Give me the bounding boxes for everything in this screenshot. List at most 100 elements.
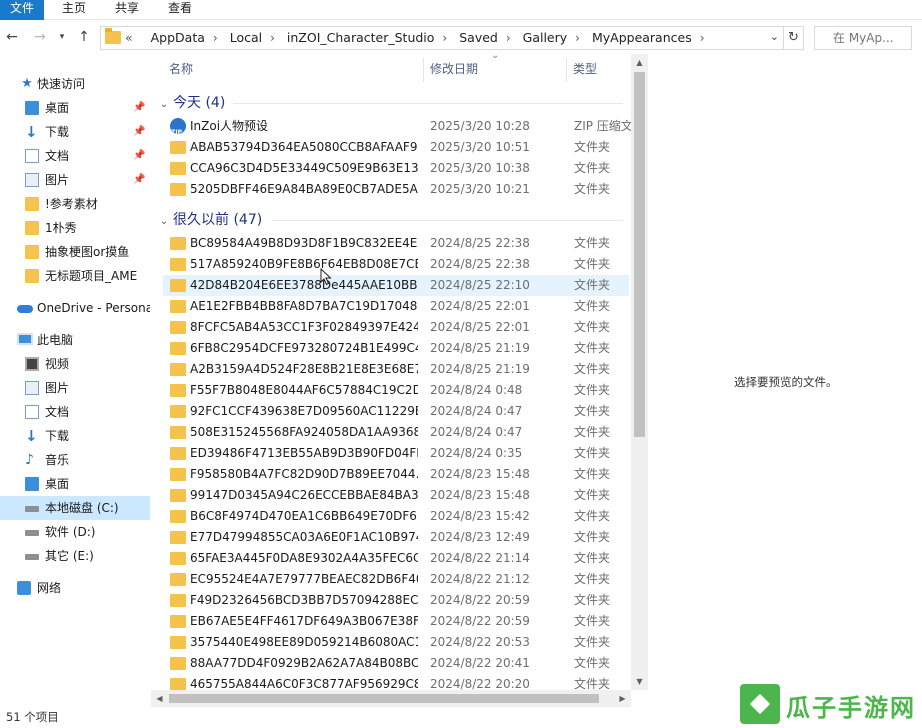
nav-item-music[interactable]: ♪ 音乐: [0, 448, 150, 472]
file-row[interactable]: 6FB8C2954DCFE973280724B1E499C4... 2024/8/…: [163, 338, 629, 359]
file-row[interactable]: 99147D0345A94C26ECCEBBAE84BA3... 2024/8/2…: [163, 485, 629, 506]
nav-onedrive[interactable]: OneDrive - Persona: [0, 296, 150, 320]
file-name: 65FAE3A445F0DA8E9302A4A35FEC6C...: [190, 551, 418, 565]
tab-view[interactable]: 查看: [168, 0, 192, 20]
scroll-left-icon[interactable]: ◀: [151, 690, 168, 707]
column-header-type[interactable]: 类型: [573, 54, 597, 84]
chevron-down-icon[interactable]: ⌄: [157, 209, 171, 235]
file-row[interactable]: F958580B4A7FC82D90D7B89EE7044... 2024/8/2…: [163, 464, 629, 485]
file-row[interactable]: 517A859240B9FE8B6F64EB8D08E7CB... 2024/8/…: [163, 254, 629, 275]
horizontal-scrollbar[interactable]: ◀ ▶: [151, 690, 631, 707]
folder-icon: [170, 489, 186, 502]
nav-item-untitled[interactable]: 无标题项目_AME: [0, 264, 150, 288]
tab-home[interactable]: 主页: [62, 0, 86, 20]
chevron-right-icon[interactable]: ›: [270, 28, 275, 49]
breadcrumb-appdata[interactable]: AppData: [151, 27, 205, 48]
file-row[interactable]: B6C8F4974D470EA1C6BB649E70DF6... 2024/8/2…: [163, 506, 629, 527]
file-row[interactable]: BC89584A49B8D93D8F1B9C832EE4E... 2024/8/2…: [163, 233, 629, 254]
nav-item-downloads[interactable]: ↓ 下载 📌: [0, 120, 150, 144]
back-button[interactable]: ←: [2, 27, 22, 47]
file-date: 2024/8/22 21:12: [430, 572, 530, 586]
file-row[interactable]: EC95524E4A7E79777BEAEC82DB6F40... 2024/8/…: [163, 569, 629, 590]
navigation-pane: ★ 快速访问 桌面 📌 ↓ 下载 📌 文档 📌 图片 📌 !参考素材 1朴秀 抽…: [0, 54, 150, 706]
nav-item-1pusu[interactable]: 1朴秀: [0, 216, 150, 240]
nav-item-desktop[interactable]: 桌面 📌: [0, 96, 150, 120]
group-header[interactable]: ⌄ 今天 (4): [151, 90, 225, 116]
vertical-scrollbar[interactable]: ▲ ▼: [631, 54, 648, 690]
file-row[interactable]: AE1E2FBB4BB8FA8D7BA7C19D17048... 2024/8/2…: [163, 296, 629, 317]
breadcrumb-saved[interactable]: Saved: [459, 27, 498, 48]
nav-item-pc-desktop[interactable]: 桌面: [0, 472, 150, 496]
file-row[interactable]: CCA96C3D4D5E33449C509E9B63E13... 2025/3/2…: [163, 158, 629, 179]
address-dropdown-icon[interactable]: ⌄: [770, 30, 779, 43]
nav-item-pc-pictures[interactable]: 图片: [0, 376, 150, 400]
pin-icon[interactable]: 📌: [133, 96, 145, 120]
nav-item-drive-e[interactable]: 其它 (E:): [0, 544, 150, 568]
group-header[interactable]: ⌄ 很久以前 (47): [151, 207, 262, 233]
column-header-name[interactable]: 名称: [169, 54, 193, 84]
chevron-down-icon[interactable]: ⌄: [157, 92, 171, 118]
breadcrumb-overflow[interactable]: «: [125, 27, 133, 48]
file-row[interactable]: 92FC1CCF439638E7D09560AC11229B... 2024/8/…: [163, 401, 629, 422]
file-type: 文件夹: [574, 140, 611, 154]
breadcrumb-myappearances[interactable]: MyAppearances: [592, 27, 692, 48]
file-row[interactable]: F55F7B8048E8044AF6C57884C19C2D... 2024/8/…: [163, 380, 629, 401]
nav-item-pc-downloads[interactable]: ↓ 下载: [0, 424, 150, 448]
search-input[interactable]: [833, 29, 909, 47]
nav-item-reference[interactable]: !参考素材: [0, 192, 150, 216]
nav-item-videos[interactable]: 视频: [0, 352, 150, 376]
file-row[interactable]: 5205DBFF46E9A84BA89E0CB7ADE5A... 2025/3/2…: [163, 179, 629, 200]
nav-item-documents[interactable]: 文档 📌: [0, 144, 150, 168]
nav-item-memes[interactable]: 抽象梗图or摸鱼: [0, 240, 150, 264]
nav-network[interactable]: 网络: [0, 576, 150, 600]
forward-button[interactable]: →: [30, 27, 50, 47]
chevron-right-icon[interactable]: ›: [213, 28, 218, 49]
file-row[interactable]: 42D84B204E6EE3788De445AAE10BB... 2024/8/2…: [163, 275, 629, 296]
breadcrumb-inzoi[interactable]: inZOI_Character_Studio: [287, 27, 435, 48]
nav-item-pictures[interactable]: 图片 📌: [0, 168, 150, 192]
nav-quick-access[interactable]: ★ 快速访问: [0, 72, 150, 96]
file-row[interactable]: 65FAE3A445F0DA8E9302A4A35FEC6C... 2024/8/…: [163, 548, 629, 569]
file-row[interactable]: 8FCFC5AB4A53CC1F3F02849397E424EF 2024/8/2…: [163, 317, 629, 338]
nav-item-pc-documents[interactable]: 文档: [0, 400, 150, 424]
scroll-down-icon[interactable]: ▼: [631, 673, 648, 690]
pin-icon[interactable]: 📌: [133, 144, 145, 168]
chevron-right-icon[interactable]: ›: [700, 28, 705, 49]
scroll-right-icon[interactable]: ▶: [614, 690, 631, 707]
file-row[interactable]: InZoi人物预设 2025/3/20 10:28 ZIP 压缩文: [163, 116, 631, 143]
file-row[interactable]: EB67AE5E4FF4617DF649A3B067E38F28 2024/8/2…: [163, 611, 629, 632]
file-row[interactable]: ED39486F4713EB55AB9D3B90FD04FE... 2024/8/…: [163, 443, 629, 464]
file-name: 88AA77DD4F0929B2A62A7A84B08BC...: [190, 656, 418, 670]
search-box[interactable]: [814, 26, 912, 50]
scroll-up-icon[interactable]: ▲: [631, 54, 648, 71]
pin-icon[interactable]: 📌: [133, 120, 145, 144]
column-header-date[interactable]: 修改日期: [430, 54, 478, 84]
file-row[interactable]: 508E315245568FA924058DA1AA9368... 2024/8/…: [163, 422, 629, 443]
file-row[interactable]: F49D2326456BCD3BB7D57094288EC... 2024/8/2…: [163, 590, 629, 611]
up-button[interactable]: ↑: [74, 27, 94, 47]
refresh-button[interactable]: ↻: [784, 26, 804, 50]
nav-item-drive-c[interactable]: 本地磁盘 (C:): [0, 496, 150, 520]
column-divider[interactable]: [566, 58, 567, 82]
column-divider[interactable]: [423, 58, 424, 82]
scroll-thumb[interactable]: [169, 694, 599, 703]
file-row[interactable]: A2B3159A4D524F28E8B21E8E3E68E7... 2024/8/…: [163, 359, 629, 380]
file-row[interactable]: 3575440E498EE89D059214B6080AC1... 2024/8/…: [163, 632, 629, 653]
tab-file[interactable]: 文件: [0, 0, 44, 20]
recent-locations-button[interactable]: ▾: [52, 27, 72, 47]
file-row[interactable]: E77D47994855CA03A6E0F1AC10B974... 2024/8/…: [163, 527, 629, 548]
file-row[interactable]: 88AA77DD4F0929B2A62A7A84B08BC... 2024/8/2…: [163, 653, 629, 674]
file-row[interactable]: ABAB53794D364EA5080CCB8AFAAF9... 2025/3/2…: [163, 137, 629, 158]
tab-share[interactable]: 共享: [115, 0, 139, 20]
breadcrumb-gallery[interactable]: Gallery: [523, 27, 568, 48]
address-bar[interactable]: « AppData › Local › inZOI_Character_Studio…: [100, 26, 784, 50]
scroll-thumb[interactable]: [634, 72, 645, 437]
chevron-right-icon[interactable]: ›: [506, 28, 511, 49]
chevron-right-icon[interactable]: ›: [575, 28, 580, 49]
breadcrumb-local[interactable]: Local: [230, 27, 262, 48]
file-name: 92FC1CCF439638E7D09560AC11229B...: [190, 404, 418, 418]
chevron-right-icon[interactable]: ›: [442, 28, 447, 49]
nav-item-drive-d[interactable]: 软件 (D:): [0, 520, 150, 544]
pin-icon[interactable]: 📌: [133, 168, 145, 192]
nav-this-pc[interactable]: 此电脑: [0, 328, 150, 352]
